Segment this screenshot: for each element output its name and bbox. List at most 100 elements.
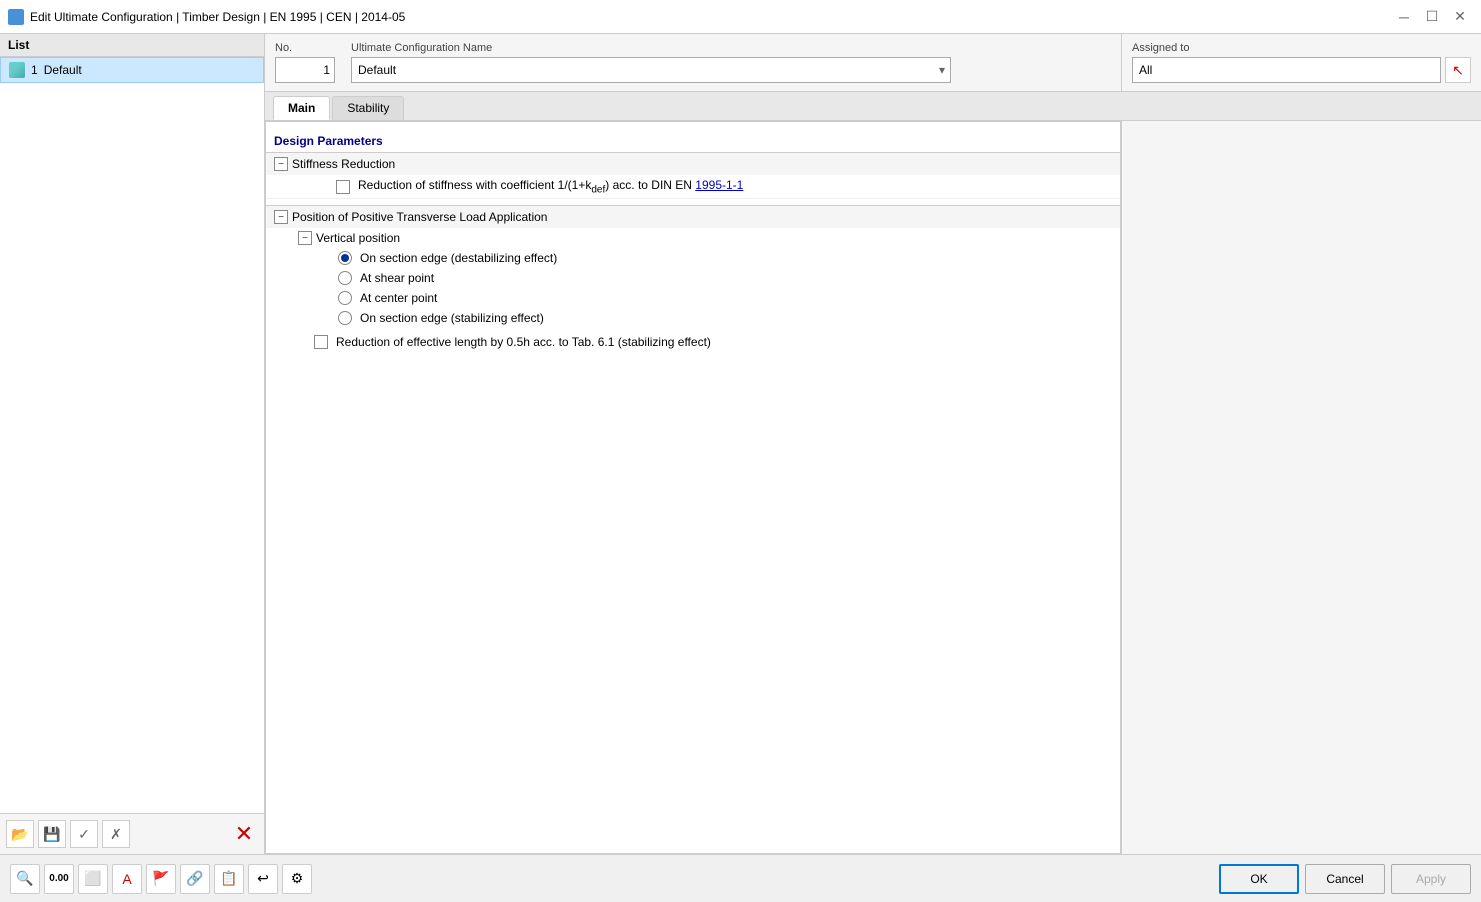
stiffness-link[interactable]: 1995-1-1 [695, 178, 743, 192]
ok-button[interactable]: OK [1219, 864, 1299, 894]
transverse-section: − Position of Positive Transverse Load A… [266, 205, 1120, 352]
app-icon [8, 9, 24, 25]
window-controls: ─ ☐ ✕ [1391, 4, 1473, 30]
left-panel-bottom: 📂 💾 ✓ ✗ ✕ [0, 813, 264, 854]
list-item-number: 1 [31, 63, 38, 77]
flag-icon: 🚩 [152, 870, 169, 887]
name-select[interactable]: Default [351, 57, 951, 83]
assigned-select-button[interactable]: ↖ [1445, 57, 1471, 83]
settings-toolbar-btn[interactable]: ⚙ [282, 864, 312, 894]
vertical-sub-header: − Vertical position [266, 228, 1120, 248]
top-form-row: No. Ultimate Configuration Name Default … [265, 34, 1481, 92]
transverse-section-header: − Position of Positive Transverse Load A… [266, 206, 1120, 228]
folder-open-button[interactable]: 📂 [6, 820, 34, 848]
decimal-icon: 0.00 [49, 873, 68, 884]
save-icon: 💾 [43, 826, 60, 843]
check-icon: ✓ [78, 826, 90, 843]
bottom-toolbar: 🔍 0.00 ⬜ A 🚩 🔗 📋 ↩ ⚙ OK [0, 854, 1481, 902]
radio-destabilizing[interactable] [338, 251, 352, 265]
vertical-label: Vertical position [316, 231, 400, 245]
radio-row-2: At shear point [266, 268, 1120, 288]
config-form: No. Ultimate Configuration Name Default [265, 34, 1121, 91]
view-toolbar-btn[interactable]: ⬜ [78, 864, 108, 894]
transverse-label: Position of Positive Transverse Load App… [292, 210, 547, 224]
stiffness-label: Stiffness Reduction [292, 157, 395, 171]
folder-icon: 📂 [11, 826, 28, 843]
link-icon: 🔗 [186, 870, 203, 887]
decimal-toolbar-btn[interactable]: 0.00 [44, 864, 74, 894]
delete-button[interactable]: ✕ [230, 820, 258, 848]
list-item[interactable]: 1 Default [0, 57, 264, 83]
radio-center[interactable] [338, 291, 352, 305]
assigned-input-row: ↖ [1132, 57, 1471, 83]
assigned-panel: Assigned to ↖ [1121, 34, 1481, 91]
name-label: Ultimate Configuration Name [351, 42, 951, 54]
radio-row-4: On section edge (stabilizing effect) [266, 308, 1120, 328]
stiffness-checkbox[interactable] [336, 180, 350, 194]
reduction-checkbox[interactable] [314, 335, 328, 349]
no-group: No. [275, 42, 335, 83]
radio-row-1: On section edge (destabilizing effect) [266, 248, 1120, 268]
reduction-label: Reduction of effective length by 0.5h ac… [336, 335, 711, 349]
search-icon: 🔍 [16, 870, 33, 887]
stiffness-section: − Stiffness Reduction − Reduction of sti… [266, 152, 1120, 199]
right-panel: No. Ultimate Configuration Name Default … [265, 34, 1481, 854]
vertical-position-sub: − Vertical position On section edge (des… [266, 228, 1120, 328]
save-button[interactable]: 💾 [38, 820, 66, 848]
name-select-wrapper: Default [351, 57, 951, 83]
assigned-label: Assigned to [1132, 42, 1471, 54]
view-icon: ⬜ [84, 870, 101, 887]
font-icon: A [122, 871, 131, 887]
tab-stability[interactable]: Stability [332, 96, 404, 120]
stiffness-section-header: − Stiffness Reduction [266, 153, 1120, 175]
name-group: Ultimate Configuration Name Default [351, 42, 951, 83]
uncheck-icon: ✗ [110, 826, 122, 843]
settings-icon: ⚙ [291, 870, 304, 887]
cursor-icon: ↖ [1452, 62, 1464, 79]
copy-toolbar-btn[interactable]: 📋 [214, 864, 244, 894]
main-layout: List 1 Default 📂 💾 ✓ ✗ [0, 34, 1481, 902]
link-toolbar-btn[interactable]: 🔗 [180, 864, 210, 894]
title-text: Edit Ultimate Configuration | Timber Des… [30, 10, 1385, 24]
uncheck-button[interactable]: ✗ [102, 820, 130, 848]
list-item-name: Default [44, 63, 82, 77]
tabs-bar: Main Stability [265, 92, 1481, 121]
no-input[interactable] [275, 57, 335, 83]
radio-label-3: At center point [360, 291, 437, 305]
radio-label-4: On section edge (stabilizing effect) [360, 311, 544, 325]
undo-icon: ↩ [257, 870, 269, 887]
left-panel: List 1 Default 📂 💾 ✓ ✗ [0, 34, 265, 854]
vertical-collapse-btn[interactable]: − [298, 231, 312, 245]
transverse-collapse-btn[interactable]: − [274, 210, 288, 224]
radio-shear[interactable] [338, 271, 352, 285]
maximize-button[interactable]: ☐ [1419, 4, 1445, 30]
radio-label-2: At shear point [360, 271, 434, 285]
reduction-checkbox-row: Reduction of effective length by 0.5h ac… [266, 332, 1120, 352]
search-toolbar-btn[interactable]: 🔍 [10, 864, 40, 894]
assigned-input[interactable] [1132, 57, 1441, 83]
no-label: No. [275, 42, 335, 54]
content-area: List 1 Default 📂 💾 ✓ ✗ [0, 34, 1481, 854]
design-params-header: Design Parameters [266, 130, 1120, 152]
undo-toolbar-btn[interactable]: ↩ [248, 864, 278, 894]
font-toolbar-btn[interactable]: A [112, 864, 142, 894]
action-buttons: OK Cancel Apply [1219, 864, 1471, 894]
cancel-button[interactable]: Cancel [1305, 864, 1385, 894]
close-button[interactable]: ✕ [1447, 4, 1473, 30]
radio-label-1: On section edge (destabilizing effect) [360, 251, 557, 265]
params-and-info: Design Parameters − Stiffness Reduction … [265, 121, 1481, 854]
apply-button[interactable]: Apply [1391, 864, 1471, 894]
list-item-icon [9, 62, 25, 78]
flag-toolbar-btn[interactable]: 🚩 [146, 864, 176, 894]
stiffness-checkbox-label: Reduction of stiffness with coefficient … [358, 178, 743, 195]
radio-stabilizing[interactable] [338, 311, 352, 325]
right-info-panel [1121, 121, 1481, 854]
list-header: List [0, 34, 264, 57]
title-bar: Edit Ultimate Configuration | Timber Des… [0, 0, 1481, 34]
check-button[interactable]: ✓ [70, 820, 98, 848]
stiffness-collapse-btn[interactable]: − [274, 157, 288, 171]
design-params-panel: Design Parameters − Stiffness Reduction … [265, 121, 1121, 854]
tab-main[interactable]: Main [273, 96, 330, 120]
minimize-button[interactable]: ─ [1391, 4, 1417, 30]
radio-row-3: At center point [266, 288, 1120, 308]
